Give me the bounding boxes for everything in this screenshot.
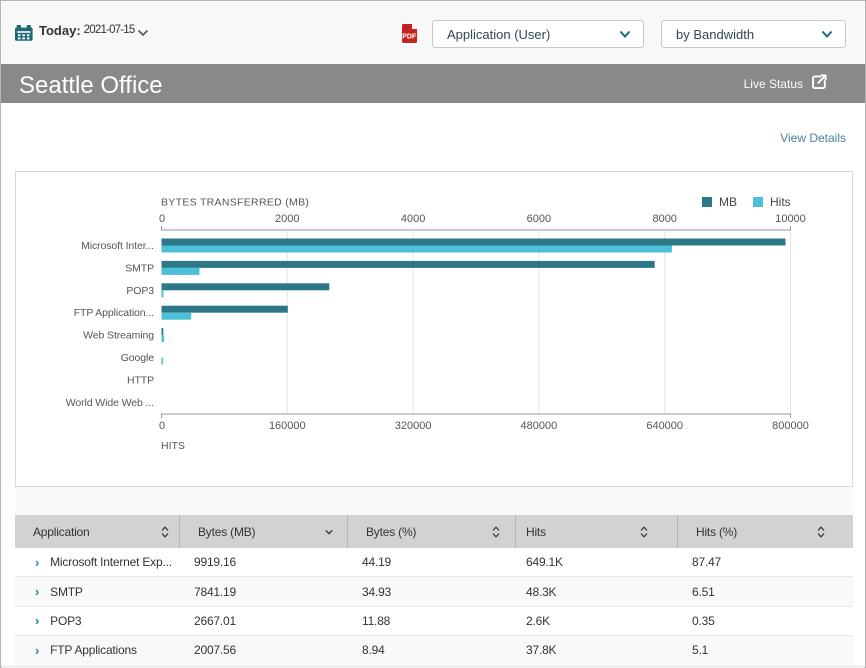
svg-text:Web Streaming: Web Streaming — [83, 330, 154, 342]
svg-text:Google: Google — [121, 352, 155, 364]
svg-text:0: 0 — [159, 213, 165, 225]
svg-text:PDF: PDF — [402, 34, 417, 41]
svg-text:POP3: POP3 — [126, 285, 154, 297]
svg-text:320000: 320000 — [395, 420, 432, 432]
svg-text:4000: 4000 — [401, 213, 425, 225]
svg-text:HTTP: HTTP — [127, 374, 154, 386]
svg-text:160000: 160000 — [269, 420, 306, 432]
svg-text:0: 0 — [159, 420, 165, 432]
svg-text:Microsoft Inter...: Microsoft Inter... — [81, 240, 154, 252]
svg-text:MB: MB — [719, 195, 737, 209]
svg-text:8000: 8000 — [652, 213, 676, 225]
svg-text:6000: 6000 — [527, 213, 551, 225]
svg-text:HITS: HITS — [161, 440, 185, 452]
svg-text:2000: 2000 — [275, 213, 299, 225]
svg-text:BYTES TRANSFERRED (MB): BYTES TRANSFERRED (MB) — [161, 197, 309, 209]
svg-text:Hits: Hits — [770, 195, 791, 209]
svg-text:SMTP: SMTP — [125, 262, 154, 274]
svg-text:10000: 10000 — [775, 213, 806, 225]
svg-text:640000: 640000 — [646, 420, 683, 432]
svg-text:800000: 800000 — [772, 420, 809, 432]
svg-text:World Wide Web ...: World Wide Web ... — [66, 397, 154, 409]
svg-text:FTP Application...: FTP Application... — [74, 307, 154, 319]
svg-text:480000: 480000 — [521, 420, 558, 432]
